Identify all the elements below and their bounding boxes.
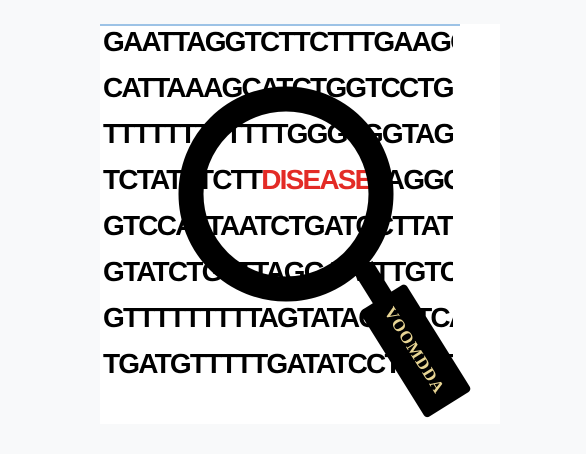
magnifying-glass-icon: VOOMDDA: [178, 86, 471, 418]
image-stage: GAATTAGGTCTTCTTTGAAGGTC CATTAAAGCATCTGGT…: [0, 0, 586, 454]
lens-ring: [178, 86, 394, 302]
handle: VOOMDDA: [353, 261, 471, 418]
logo-card: GAATTAGGTCTTCTTTGAAGGTC CATTAAAGCATCTGGT…: [100, 24, 500, 424]
